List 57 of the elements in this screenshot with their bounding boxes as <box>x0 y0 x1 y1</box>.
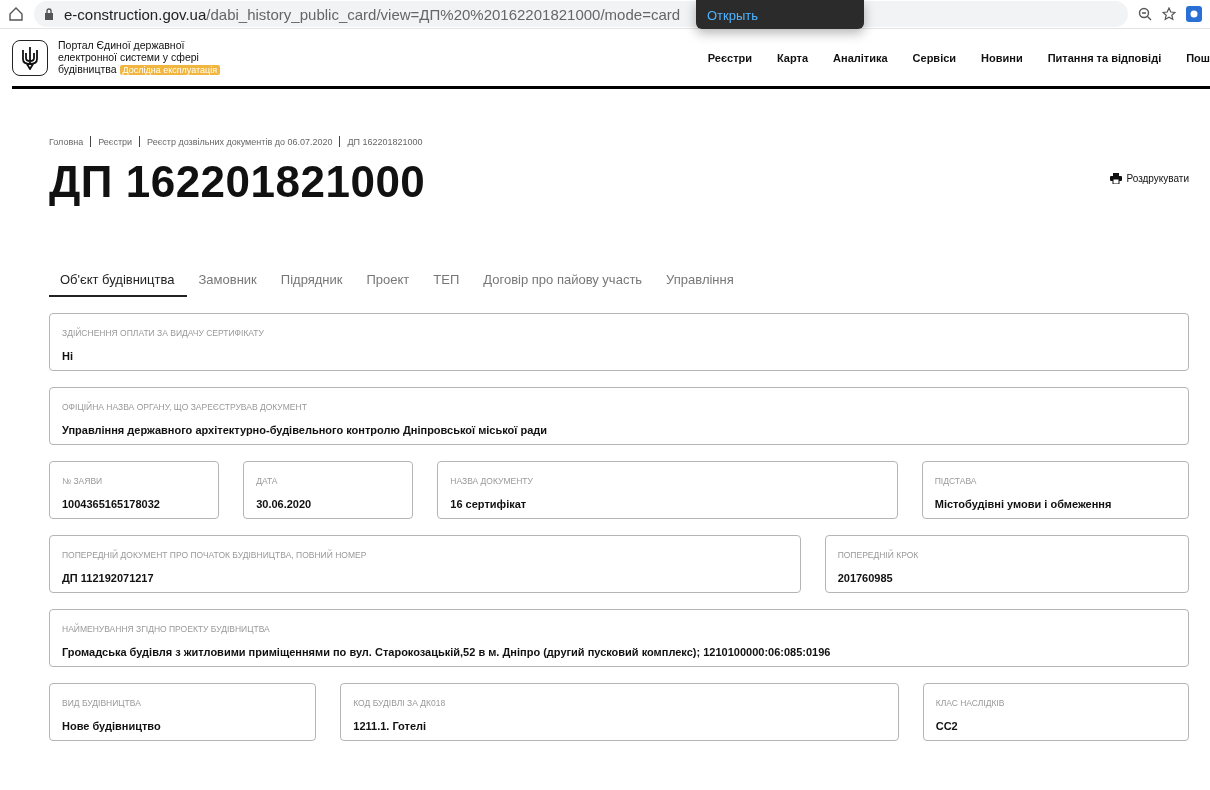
breadcrumb-link[interactable]: Реєстри <box>98 136 133 147</box>
url-text: e-construction.gov.ua/dabi_history_public_card/view=ДП%20%20162201821000/mode=card <box>64 5 681 23</box>
field-label: КОД БУДІВЛІ ЗА ДК018 <box>353 698 447 708</box>
nav-link[interactable]: Карта <box>777 51 809 64</box>
nav-link[interactable]: Сервіси <box>912 51 957 64</box>
nav-link[interactable]: Новини <box>981 51 1023 64</box>
field-label: ОФІЦІЙНА НАЗВА ОРГАНУ, ЩО ЗАРЕЄСТРУВАВ ДОКУМЕНТ <box>62 402 308 412</box>
field-label: ПІДСТАВА <box>934 476 978 486</box>
open-link[interactable]: Открыть <box>707 8 759 23</box>
field-label: НАЙМЕНУВАННЯ ЗГІДНО ПРОЕКТУ БУДІВНИЦТВА <box>62 624 271 634</box>
lock-icon <box>44 8 54 20</box>
star-icon[interactable] <box>1162 7 1176 21</box>
zoom-icon[interactable] <box>1138 7 1152 21</box>
printer-icon <box>1110 173 1123 184</box>
field-value: СС2 <box>935 720 959 732</box>
status-badge: Дослідна експлуатація <box>119 65 221 75</box>
field-value: Громадська будівля з житловими приміщеннями по вул. Старокозацькій,52 в м. Дніпро (другий пусковий комплекс); 1210100000:06:085:0196 <box>62 646 832 658</box>
field-value: 201760985 <box>837 572 894 584</box>
field-value: 1004365165178032 <box>62 498 161 510</box>
field-value: 1211.1. Готелі <box>353 720 428 732</box>
page-title: ДП 162201821000 <box>49 157 426 207</box>
field-value: 16 сертифікат <box>450 498 528 510</box>
nav-link[interactable]: Питання та відповіді <box>1047 51 1162 64</box>
field-label: КЛАС НАСЛІДКІВ <box>935 698 1006 708</box>
field-label: ПОПЕРЕДНІЙ ДОКУМЕНТ ПРО ПОЧАТОК БУДІВНИЦТВА, ПОВНИЙ НОМЕР <box>62 550 368 560</box>
nav-link[interactable]: Реєстри <box>707 51 752 64</box>
field-value: 30.06.2020 <box>256 498 313 510</box>
nav-link[interactable]: Аналітика <box>833 51 888 64</box>
home-icon[interactable] <box>8 6 24 22</box>
trident-logo-icon[interactable] <box>12 39 48 76</box>
tab[interactable]: ТЕП <box>421 272 472 297</box>
breadcrumb-link[interactable]: ДП 162201821000 <box>347 136 423 147</box>
field-value: Ні <box>62 350 74 362</box>
tab[interactable]: Підрядник <box>268 272 355 297</box>
portal-title: будівництва <box>58 63 117 75</box>
field-value: ДП 112192071217 <box>62 572 155 584</box>
breadcrumb-link[interactable]: Головна <box>49 136 84 147</box>
field-value: Управління державного архітектурно-будівельного контролю Дніпровської міської ради <box>62 424 549 436</box>
field-label: ДАТА <box>256 476 279 486</box>
field-label: ПОПЕРЕДНІЙ КРОК <box>837 550 920 560</box>
field-label: ЗДІЙСНЕННЯ ОПЛАТИ ЗА ВИДАЧУ СЕРТИФІКАТУ <box>62 328 265 338</box>
breadcrumb-link[interactable]: Реєстр дозвільних документів до 06.07.2020 <box>147 136 333 147</box>
portal-title: Портал Єдиної державної <box>58 39 185 51</box>
extension-icon[interactable] <box>1186 6 1202 22</box>
field-value: Нове будівництво <box>62 720 162 732</box>
tab[interactable]: Договір про пайову участь <box>471 272 655 297</box>
print-button[interactable]: Роздрукувати <box>1110 173 1189 184</box>
field-label: НАЗВА ДОКУМЕНТУ <box>450 476 534 486</box>
portal-title: електронної системи у сфері <box>58 51 199 63</box>
field-value: Містобудівні умови і обмеження <box>934 498 1113 510</box>
tab[interactable]: Проект <box>354 272 422 297</box>
nav-link[interactable]: Пош <box>1186 51 1210 64</box>
field-label: ВИД БУДІВНИЦТВА <box>62 698 142 708</box>
field-label: № ЗАЯВИ <box>62 476 104 486</box>
tab[interactable]: Управління <box>654 272 746 297</box>
tab[interactable]: Замовник <box>186 272 269 297</box>
tab[interactable]: Об'єкт будівництва <box>49 272 187 297</box>
